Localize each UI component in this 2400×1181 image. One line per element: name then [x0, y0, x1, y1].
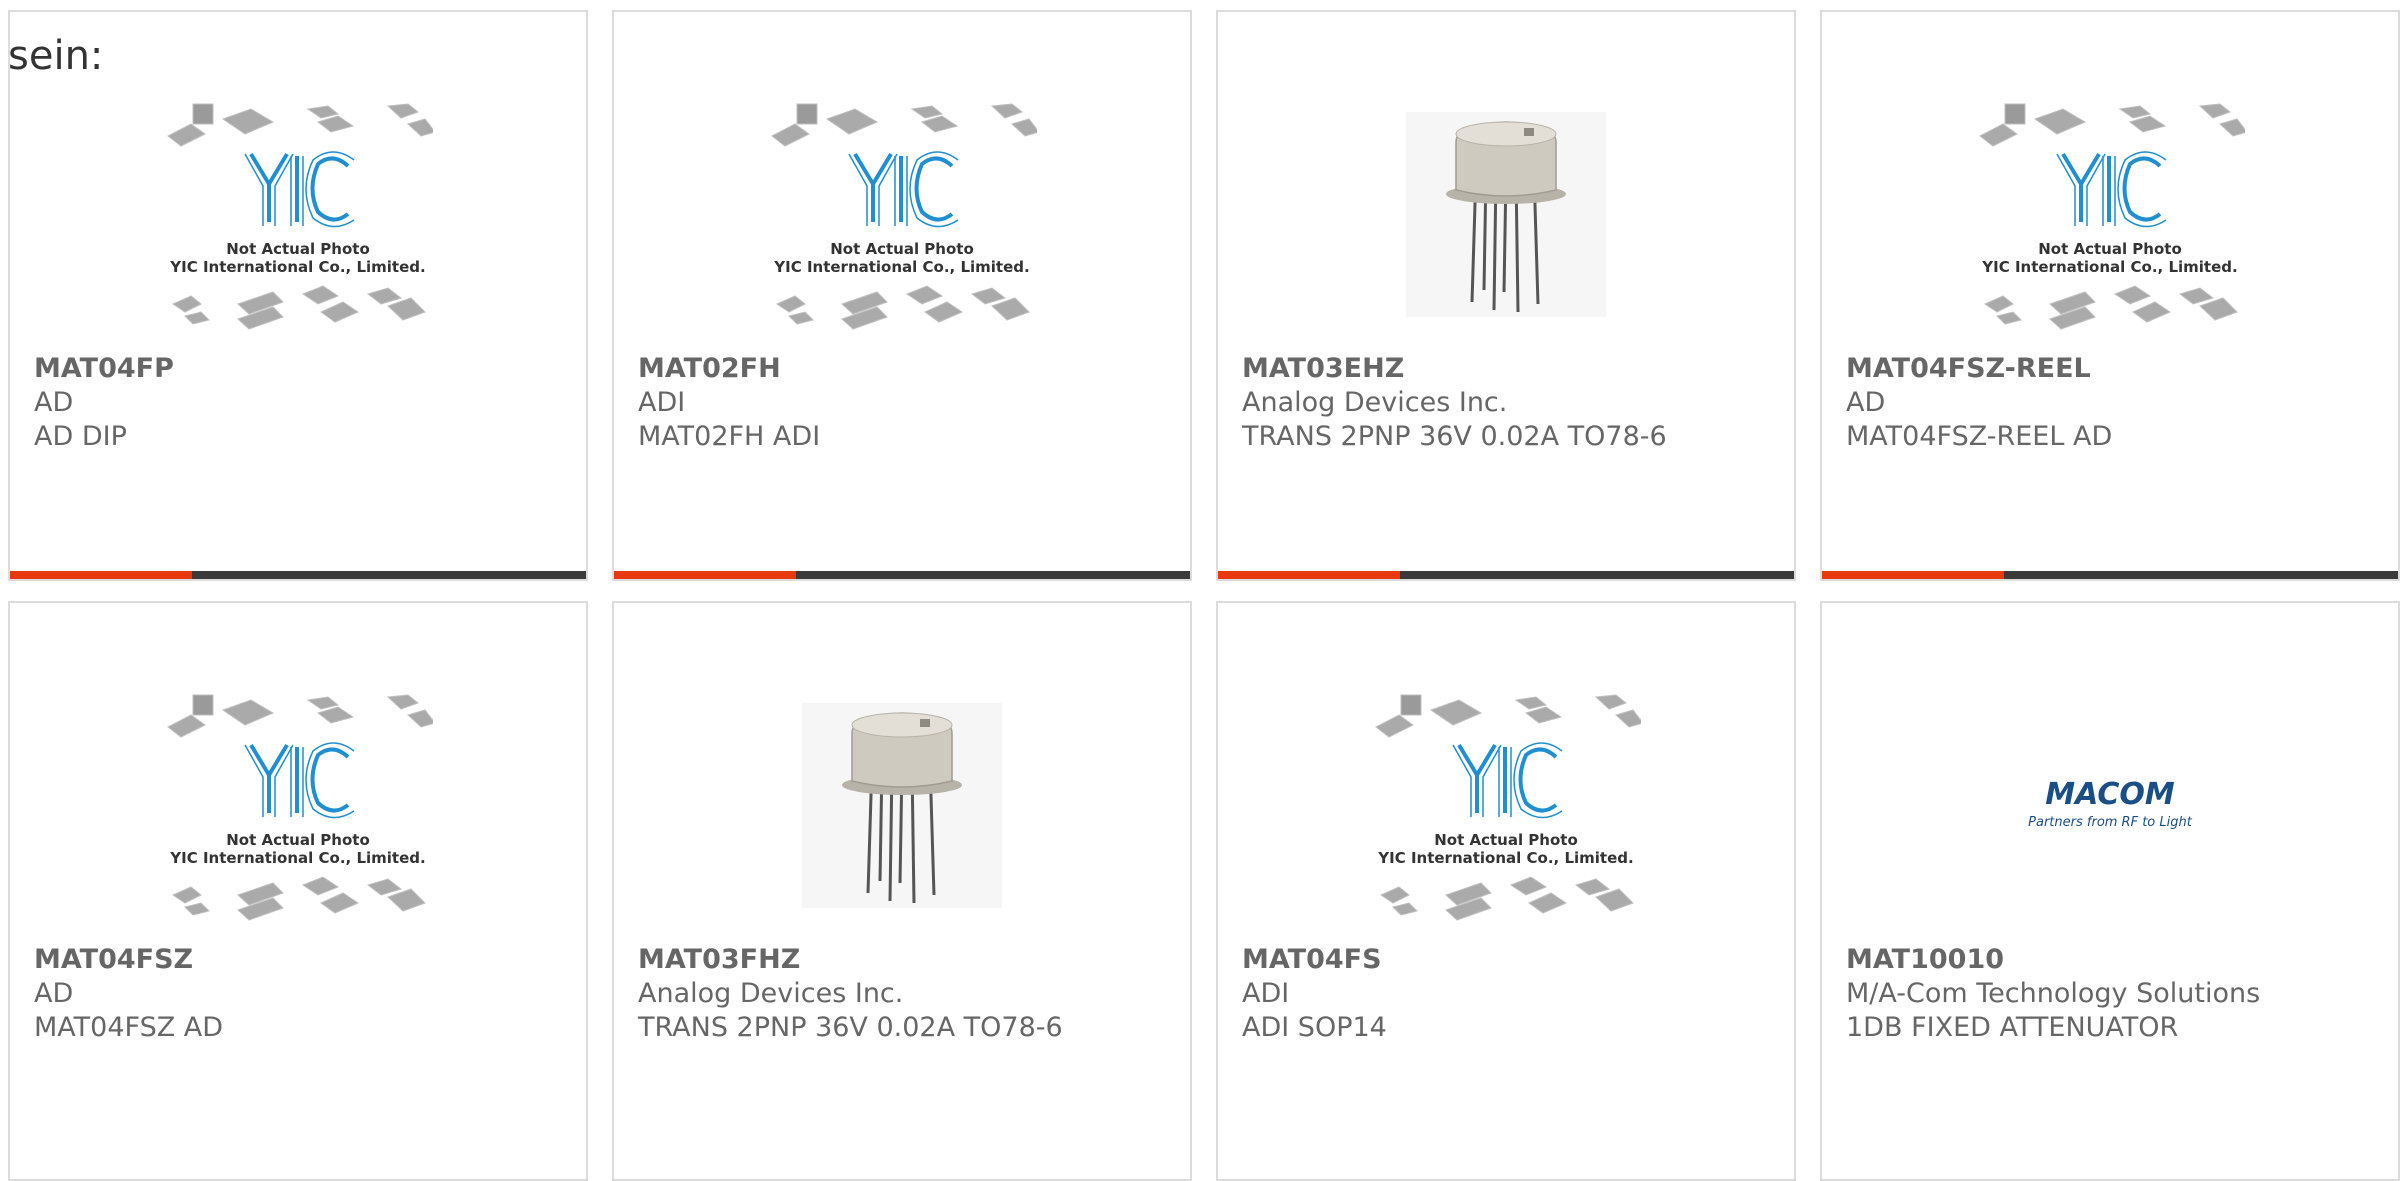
product-card[interactable]: Not Actual Photo YIC International Co., …	[612, 10, 1192, 581]
card-accent-highlight	[10, 571, 192, 579]
description: MAT04FSZ-REEL AD	[1846, 421, 2113, 452]
product-card[interactable]: MAT03FHZ Analog Devices Inc. TRANS 2PNP 36…	[612, 601, 1192, 1181]
product-card[interactable]: MACOM Partners from RF to Light MAT10010…	[1820, 601, 2400, 1181]
product-info: MAT03EHZ Analog Devices Inc. TRANS 2PNP 36…	[1242, 352, 1784, 454]
product-info: MAT03FHZ Analog Devices Inc. TRANS 2PNP 36…	[638, 943, 1180, 1045]
product-info: MAT04FSZ AD MAT04FSZ AD	[34, 943, 576, 1045]
part-number[interactable]: MAT10010	[1846, 943, 2388, 977]
description: MAT04FSZ AD	[34, 1012, 224, 1043]
product-card[interactable]: Not Actual Photo YIC International Co., …	[1216, 601, 1796, 1181]
to78-can-photo	[1406, 111, 1606, 317]
card-accent-bar	[1218, 571, 1794, 579]
caption-line1: Not Actual Photo	[226, 831, 370, 849]
part-number[interactable]: MAT02FH	[638, 352, 1180, 386]
product-info: MAT04FS ADI ADI SOP14	[1242, 943, 1784, 1045]
part-number[interactable]: MAT04FSZ	[34, 943, 576, 977]
manufacturer: AD	[34, 387, 74, 418]
product-image[interactable]: Not Actual Photo YIC International Co., …	[614, 76, 1190, 352]
part-number[interactable]: MAT04FSZ-REEL	[1846, 352, 2388, 386]
product-info: MAT10010 M/A-Com Technology Solutions 1DB …	[1846, 943, 2388, 1045]
product-image[interactable]	[1218, 76, 1794, 352]
card-accent-highlight	[614, 571, 796, 579]
card-accent-highlight	[1822, 571, 2004, 579]
part-number[interactable]: MAT04FS	[1242, 943, 1784, 977]
manufacturer: ADI	[1242, 978, 1290, 1009]
caption-line1: Not Actual Photo	[830, 240, 974, 258]
not-actual-photo-image: Not Actual Photo YIC International Co., …	[1979, 103, 2245, 330]
product-info: MAT04FSZ-REEL AD MAT04FSZ-REEL AD	[1846, 352, 2388, 454]
part-number[interactable]: MAT03EHZ	[1242, 352, 1784, 386]
caption-line2: YIC International Co., Limited.	[1377, 849, 1633, 867]
manufacturer: M/A-Com Technology Solutions	[1846, 978, 2261, 1009]
to78-can-photo	[802, 702, 1002, 908]
manufacturer: Analog Devices Inc.	[638, 978, 904, 1009]
not-actual-photo-image: Not Actual Photo YIC International Co., …	[167, 103, 433, 330]
caption-line2: YIC International Co., Limited.	[169, 258, 425, 276]
manufacturer: ADI	[638, 387, 686, 418]
manufacturer: Analog Devices Inc.	[1242, 387, 1508, 418]
product-card[interactable]: Not Actual Photo YIC International Co., …	[8, 601, 588, 1181]
description: MAT02FH ADI	[638, 421, 821, 452]
intro-text: sein:	[8, 33, 104, 79]
svg-text:MACOM: MACOM	[2045, 777, 2175, 812]
manufacturer: AD	[1846, 387, 1886, 418]
card-accent-highlight	[1218, 571, 1400, 579]
caption-line2: YIC International Co., Limited.	[169, 849, 425, 867]
description: ADI SOP14	[1242, 1012, 1387, 1043]
caption-line2: YIC International Co., Limited.	[1981, 258, 2237, 276]
svg-text:Partners from RF to Light: Partners from RF to Light	[2028, 815, 2193, 830]
product-image[interactable]: Not Actual Photo YIC International Co., …	[1822, 76, 2398, 352]
manufacturer: AD	[34, 978, 74, 1009]
card-accent-bar	[1822, 571, 2398, 579]
card-accent-bar	[614, 571, 1190, 579]
product-info: MAT04FP AD AD DIP	[34, 352, 576, 454]
caption-line1: Not Actual Photo	[226, 240, 370, 258]
macom-logo: MACOM Partners from RF to Light	[2028, 777, 2193, 830]
description: AD DIP	[34, 421, 127, 452]
not-actual-photo-image: Not Actual Photo YIC International Co., …	[771, 103, 1037, 330]
description: TRANS 2PNP 36V 0.02A TO78-6	[638, 1012, 1063, 1043]
product-image[interactable]: Not Actual Photo YIC International Co., …	[1218, 667, 1794, 943]
product-card[interactable]: Not Actual Photo YIC International Co., …	[8, 10, 588, 581]
card-accent-bar	[10, 571, 586, 579]
product-image[interactable]: MACOM Partners from RF to Light	[1822, 667, 2398, 943]
caption-line1: Not Actual Photo	[2038, 240, 2182, 258]
description: TRANS 2PNP 36V 0.02A TO78-6	[1242, 421, 1667, 452]
not-actual-photo-image: Not Actual Photo YIC International Co., …	[167, 694, 433, 921]
caption-line2: YIC International Co., Limited.	[773, 258, 1029, 276]
product-info: MAT02FH ADI MAT02FH ADI	[638, 352, 1180, 454]
product-card[interactable]: Not Actual Photo YIC International Co., …	[1820, 10, 2400, 581]
product-card[interactable]: MAT03EHZ Analog Devices Inc. TRANS 2PNP 36…	[1216, 10, 1796, 581]
part-number[interactable]: MAT04FP	[34, 352, 576, 386]
part-number[interactable]: MAT03FHZ	[638, 943, 1180, 977]
product-image[interactable]	[614, 667, 1190, 943]
caption-line1: Not Actual Photo	[1434, 831, 1578, 849]
product-image[interactable]: Not Actual Photo YIC International Co., …	[10, 76, 586, 352]
not-actual-photo-image: Not Actual Photo YIC International Co., …	[1375, 694, 1641, 921]
description: 1DB FIXED ATTENUATOR	[1846, 1012, 2179, 1043]
product-image[interactable]: Not Actual Photo YIC International Co., …	[10, 667, 586, 943]
